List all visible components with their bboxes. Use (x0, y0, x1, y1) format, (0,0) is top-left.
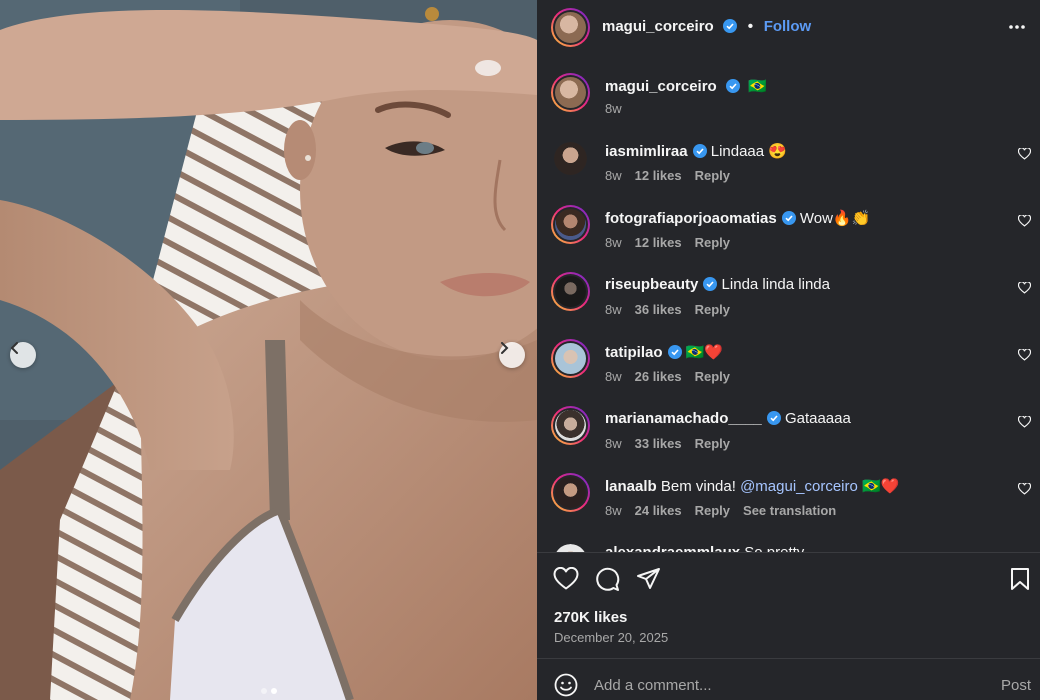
comment-likes[interactable]: 26 likes (635, 369, 682, 384)
comment-time: 8w (605, 369, 622, 384)
carousel-dot-active (270, 688, 277, 694)
author-avatar[interactable] (551, 73, 590, 112)
comment-item: fotografiaporjoaomatias Wow🔥👏 8w 12 likes… (537, 205, 1040, 269)
author-username[interactable]: magui_corceiro (602, 18, 714, 35)
mention-link[interactable]: @magui_corceiro (740, 478, 858, 495)
commenter-avatar[interactable] (551, 406, 590, 445)
send-icon[interactable] (636, 567, 661, 591)
divider (537, 658, 1040, 659)
heart-icon[interactable] (1018, 215, 1031, 227)
carousel-dots (0, 688, 537, 694)
likes-count[interactable]: 270K likes (554, 609, 627, 626)
comment-username[interactable]: fotografiaporjoaomatias (605, 210, 777, 227)
previous-photo-button[interactable] (10, 342, 36, 368)
comment-text: Linda linda linda (721, 276, 830, 293)
post-photo[interactable] (0, 0, 537, 700)
comment-item: alexandraemmlaux So pretty (537, 544, 1040, 552)
heart-icon[interactable] (1018, 416, 1031, 428)
comment-composer: Add a comment... Post (537, 671, 1040, 700)
heart-icon[interactable] (553, 567, 579, 591)
commenter-avatar[interactable] (551, 339, 590, 378)
more-options-icon[interactable] (1008, 18, 1026, 36)
verified-badge-icon (667, 345, 682, 359)
reply-button[interactable]: Reply (695, 503, 730, 518)
commenter-avatar[interactable] (551, 473, 590, 512)
comment-input[interactable]: Add a comment... (594, 677, 712, 694)
comment-time: 8w (605, 235, 622, 250)
caption-username[interactable]: magui_corceiro (605, 78, 717, 95)
comment-text: So pretty (744, 544, 804, 552)
commenter-avatar[interactable] (554, 544, 587, 552)
post-detail-panel: magui_corceiro • Follow magui_corceiro 🇧… (537, 0, 1040, 700)
comment-text: Lindaaa 😍 (710, 143, 787, 160)
post-comment-button[interactable]: Post (1001, 677, 1031, 694)
caption-time: 8w (605, 101, 622, 116)
comment-time: 8w (605, 436, 622, 451)
comments-list[interactable]: magui_corceiro 🇧🇷 8w iasmimliraa Lindaaa… (537, 55, 1040, 552)
post-header: magui_corceiro • Follow (537, 0, 1040, 55)
caption-text: 🇧🇷 (748, 78, 767, 95)
photo-illustration (0, 0, 537, 700)
heart-icon[interactable] (1018, 483, 1031, 495)
reply-button[interactable]: Reply (695, 235, 730, 250)
comment-likes[interactable]: 33 likes (635, 436, 682, 451)
comment-item: lanaalb Bem vinda! @magui_corceiro 🇧🇷❤️ … (537, 473, 1040, 537)
heart-icon[interactable] (1018, 282, 1031, 294)
verified-badge-icon (703, 277, 718, 291)
verified-badge-icon (766, 411, 781, 425)
comment-item: iasmimliraa Lindaaa 😍 8w 12 likes Reply (537, 142, 1040, 202)
comment-username[interactable]: riseupbeauty (605, 276, 698, 293)
comment-username[interactable]: tatipilao (605, 344, 663, 361)
caption: magui_corceiro 🇧🇷 8w (537, 73, 1040, 133)
follow-button[interactable]: Follow (764, 18, 812, 35)
post-date: December 20, 2025 (554, 630, 669, 645)
commenter-avatar[interactable] (551, 205, 590, 244)
comment-text: Bem vinda! (660, 478, 736, 495)
verified-badge-icon (723, 19, 738, 33)
comment-text: Gataaaaa (784, 410, 851, 427)
chevron-right-icon (501, 342, 509, 354)
comment-username[interactable]: alexandraemmlaux (605, 544, 740, 552)
chevron-left-icon (10, 342, 18, 354)
comment-likes[interactable]: 36 likes (635, 302, 682, 317)
heart-icon[interactable] (1018, 349, 1031, 361)
comment-item: tatipilao 🇧🇷❤️ 8w 26 likes Reply (537, 339, 1040, 403)
commenter-avatar[interactable] (551, 272, 590, 311)
verified-badge-icon (781, 211, 796, 225)
comment-likes[interactable]: 12 likes (635, 235, 682, 250)
comment-username[interactable]: lanaalb (605, 478, 657, 495)
header-separator: • (747, 18, 754, 35)
comment-likes[interactable]: 12 likes (635, 168, 682, 183)
comment-time: 8w (605, 168, 622, 183)
next-photo-button[interactable] (499, 342, 525, 368)
comment-time: 8w (605, 302, 622, 317)
bookmark-icon[interactable] (1010, 567, 1030, 591)
verified-badge-icon (725, 79, 740, 93)
divider (537, 552, 1040, 553)
reply-button[interactable]: Reply (695, 369, 730, 384)
reply-button[interactable]: Reply (695, 302, 730, 317)
action-bar (537, 560, 1040, 600)
comment-item: riseupbeauty Linda linda linda 8w 36 like… (537, 272, 1040, 336)
comment-text: 🇧🇷❤️ (685, 344, 724, 361)
commenter-avatar[interactable] (554, 142, 587, 175)
carousel-dot (260, 688, 267, 694)
heart-icon[interactable] (1018, 148, 1031, 160)
author-avatar[interactable] (551, 8, 590, 47)
comment-username[interactable]: iasmimliraa (605, 143, 688, 160)
see-translation-button[interactable]: See translation (743, 503, 836, 518)
verified-badge-icon (692, 144, 707, 158)
reply-button[interactable]: Reply (695, 436, 730, 451)
comment-icon[interactable] (595, 567, 620, 592)
comment-text: Wow🔥👏 (799, 210, 871, 227)
emoji-icon[interactable] (554, 673, 578, 697)
comment-username[interactable]: marianamachado____ (605, 410, 762, 427)
comment-time: 8w (605, 503, 622, 518)
comment-item: marianamachado____ Gataaaaa 8w 33 likes Re… (537, 406, 1040, 470)
reply-button[interactable]: Reply (695, 168, 730, 183)
comment-likes[interactable]: 24 likes (635, 503, 682, 518)
comment-emoji: 🇧🇷❤️ (862, 478, 900, 495)
